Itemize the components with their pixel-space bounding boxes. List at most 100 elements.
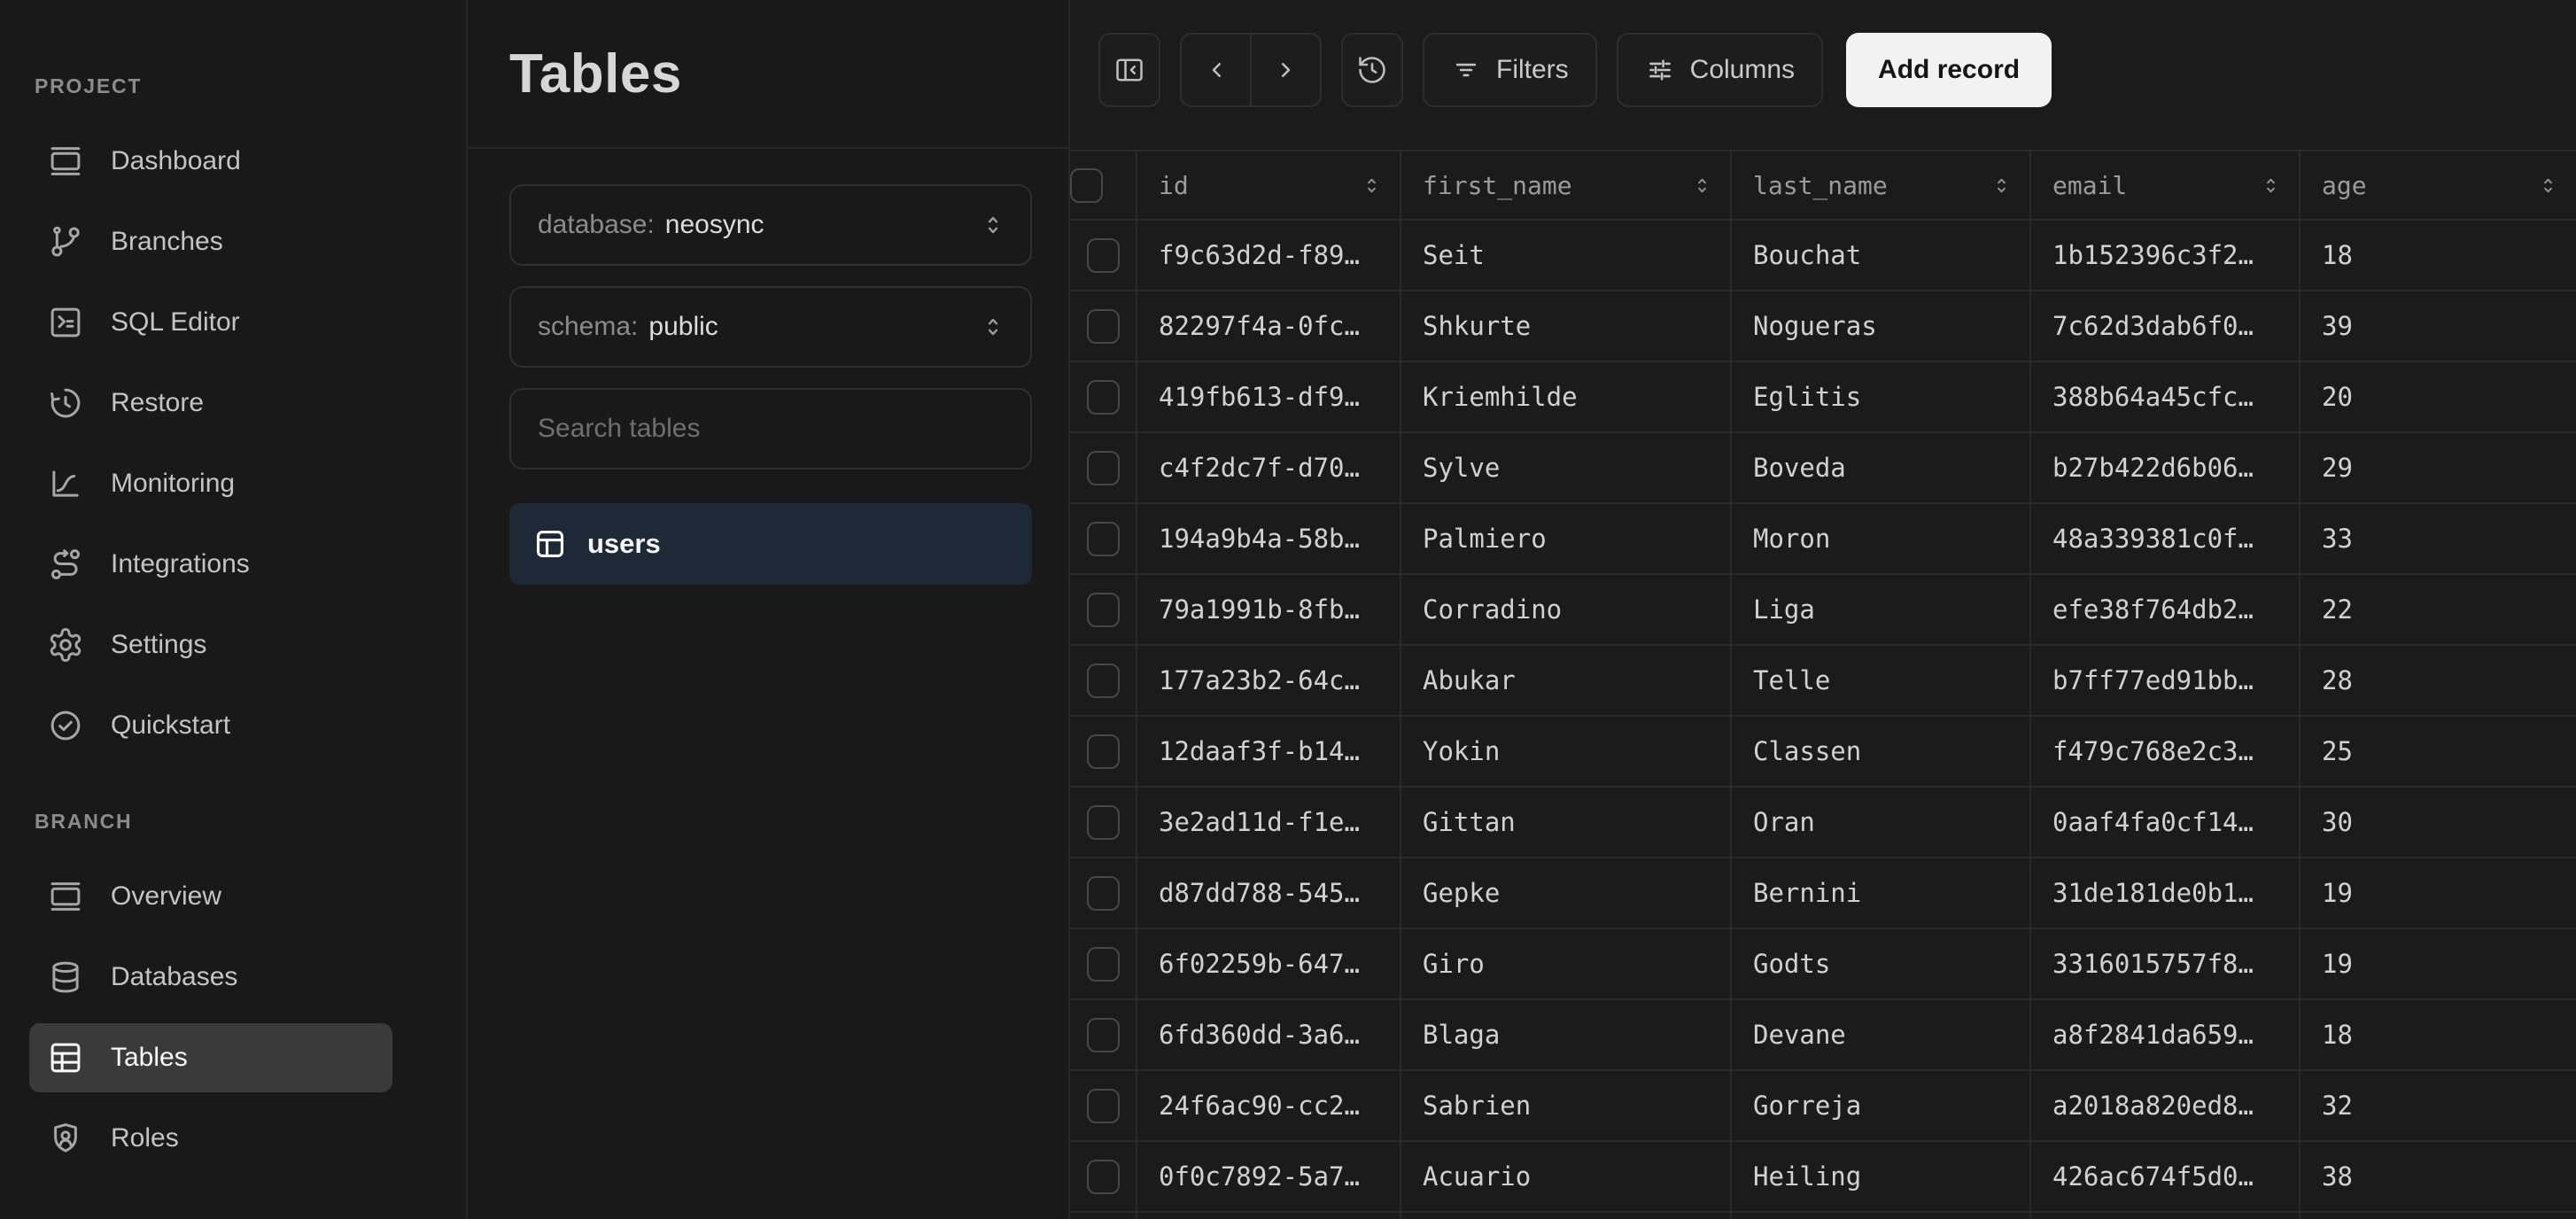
- cell-first-name: Giro: [1401, 929, 1732, 1000]
- cell-id: 419fb613-df9…: [1137, 362, 1401, 433]
- integrations-icon: [47, 546, 84, 583]
- cell-email: a2018a820ed8…: [2031, 1071, 2301, 1142]
- sort-icon: [1360, 174, 1384, 198]
- tables-icon: [47, 1039, 84, 1076]
- history-button[interactable]: [1341, 33, 1403, 107]
- row-checkbox[interactable]: [1087, 593, 1120, 627]
- sidebar-item-databases[interactable]: Databases: [29, 943, 392, 1012]
- cell-email: 1b152396c3f2…: [2031, 221, 2301, 291]
- search-tables-input[interactable]: [511, 390, 1030, 468]
- cell-id: [1137, 1213, 1401, 1219]
- schema-select-label: schema:: [538, 312, 638, 342]
- cell-id: 24f6ac90-cc2…: [1137, 1071, 1401, 1142]
- cell-email: b7ff77ed91bb…: [2031, 646, 2301, 717]
- sidebar-item-label: SQL Editor: [111, 307, 240, 338]
- search-tables-box: [509, 388, 1032, 470]
- cell-id: 6fd360dd-3a6…: [1137, 1000, 1401, 1071]
- table-list-item-label: users: [587, 528, 661, 560]
- row-checkbox[interactable]: [1087, 805, 1120, 840]
- sidebar-item-monitoring[interactable]: Monitoring: [29, 449, 392, 518]
- table-row: 0f0c7892-5a7…AcuarioHeiling426ac674f5d0……: [1070, 1142, 2576, 1213]
- cell-id: f9c63d2d-f89…: [1137, 221, 1401, 291]
- column-header-last-name[interactable]: last_name: [1732, 151, 2031, 221]
- sidebar-item-restore[interactable]: Restore: [29, 369, 392, 438]
- row-checkbox[interactable]: [1087, 664, 1120, 698]
- filter-icon: [1451, 55, 1481, 85]
- sidebar-item-dashboard[interactable]: Dashboard: [29, 127, 392, 196]
- cell-id: 194a9b4a-58b…: [1137, 504, 1401, 575]
- cell-id: d87dd788-545…: [1137, 858, 1401, 929]
- cell-email: 31de181de0b1…: [2031, 858, 2301, 929]
- cell-age: 28: [2301, 646, 2576, 717]
- cell-first-name: Sabrien: [1401, 1071, 1732, 1142]
- sidebar-item-tables[interactable]: Tables: [29, 1023, 392, 1092]
- select-all-checkbox[interactable]: [1070, 168, 1103, 203]
- chevron-left-icon: [1200, 54, 1232, 86]
- column-header-email[interactable]: email: [2031, 151, 2301, 221]
- sidebar-item-branches[interactable]: Branches: [29, 207, 392, 276]
- columns-button-label: Columns: [1690, 55, 1795, 85]
- sidebar-item-label: Monitoring: [111, 469, 235, 499]
- table-row: 79a1991b-8fb…CorradinoLigaefe38f764db2…2…: [1070, 575, 2576, 646]
- monitoring-icon: [47, 465, 84, 502]
- collapse-panel-button[interactable]: [1098, 33, 1160, 107]
- add-record-button[interactable]: Add record: [1846, 33, 2052, 107]
- column-header-id[interactable]: id: [1137, 151, 1401, 221]
- table-list-item-users[interactable]: users: [509, 503, 1032, 585]
- back-button[interactable]: [1182, 35, 1250, 105]
- sidebar-item-label: Dashboard: [111, 146, 241, 176]
- row-checkbox[interactable]: [1087, 1160, 1120, 1194]
- sidebar-item-quickstart[interactable]: Quickstart: [29, 691, 392, 760]
- row-checkbox[interactable]: [1087, 876, 1120, 911]
- row-checkbox[interactable]: [1087, 1089, 1120, 1123]
- overview-icon: [47, 878, 84, 915]
- sql-editor-icon: [47, 304, 84, 341]
- columns-button[interactable]: Columns: [1617, 33, 1823, 107]
- row-checkbox-cell: [1070, 575, 1137, 646]
- cell-email: 426ac674f5d0…: [2031, 1142, 2301, 1213]
- database-select-value: neosync: [665, 210, 764, 240]
- cell-first-name: Abukar: [1401, 646, 1732, 717]
- sidebar-item-integrations[interactable]: Integrations: [29, 530, 392, 599]
- history-icon: [1356, 54, 1388, 86]
- sidebar-item-overview[interactable]: Overview: [29, 862, 392, 931]
- schema-select[interactable]: schema: public: [509, 286, 1032, 368]
- roles-icon: [47, 1120, 84, 1157]
- row-checkbox[interactable]: [1087, 734, 1120, 769]
- cell-last-name: Devane: [1732, 1000, 2031, 1071]
- cell-age: 19: [2301, 858, 2576, 929]
- chevron-up-down-icon: [979, 313, 1007, 341]
- cell-id: 3e2ad11d-f1e…: [1137, 788, 1401, 858]
- row-checkbox[interactable]: [1087, 947, 1120, 982]
- database-select[interactable]: database: neosync: [509, 184, 1032, 266]
- tables-panel-body: database: neosync schema: public users: [468, 149, 1068, 585]
- row-checkbox[interactable]: [1087, 309, 1120, 344]
- row-checkbox[interactable]: [1087, 380, 1120, 415]
- cell-last-name: Bernini: [1732, 858, 2031, 929]
- column-header-age[interactable]: age: [2301, 151, 2576, 221]
- cell-id: 6f02259b-647…: [1137, 929, 1401, 1000]
- sidebar-item-label: Restore: [111, 388, 204, 418]
- row-checkbox[interactable]: [1087, 238, 1120, 273]
- sidebar-item-roles[interactable]: Roles: [29, 1104, 392, 1173]
- cell-email: [2031, 1213, 2301, 1219]
- row-checkbox[interactable]: [1087, 1018, 1120, 1052]
- filters-button[interactable]: Filters: [1423, 33, 1597, 107]
- cell-email: 0aaf4fa0cf14…: [2031, 788, 2301, 858]
- chevron-right-icon: [1270, 54, 1302, 86]
- cell-last-name: Eglitis: [1732, 362, 2031, 433]
- page-title: Tables: [509, 43, 682, 105]
- cell-id: 79a1991b-8fb…: [1137, 575, 1401, 646]
- cell-last-name: Liga: [1732, 575, 2031, 646]
- row-checkbox-cell: [1070, 1000, 1137, 1071]
- sort-icon: [1990, 174, 2013, 198]
- column-header-first-name[interactable]: first_name: [1401, 151, 1732, 221]
- forward-button[interactable]: [1252, 35, 1320, 105]
- sidebar-item-settings[interactable]: Settings: [29, 610, 392, 679]
- row-checkbox-cell: [1070, 433, 1137, 504]
- row-checkbox[interactable]: [1087, 451, 1120, 485]
- sidebar-item-sql-editor[interactable]: SQL Editor: [29, 288, 392, 357]
- cell-email: 7c62d3dab6f0…: [2031, 291, 2301, 362]
- data-grid: idfirst_namelast_nameemailage f9c63d2d-f8…: [1070, 150, 2576, 1219]
- row-checkbox[interactable]: [1087, 522, 1120, 556]
